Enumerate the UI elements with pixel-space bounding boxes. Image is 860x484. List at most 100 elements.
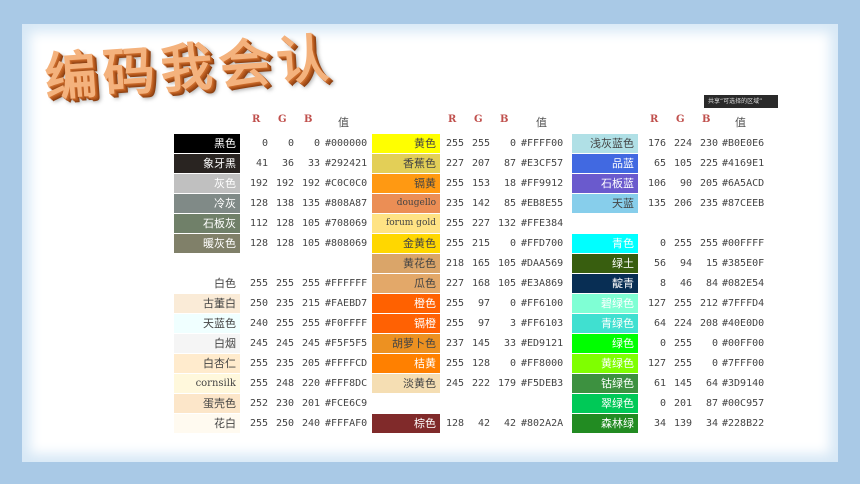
hex-value: #87CEEB (722, 198, 765, 209)
header-val: 值 (536, 116, 547, 129)
rgb-value-g: 255 (275, 318, 294, 329)
rgb-value-g: 94 (679, 258, 692, 269)
share-tooltip-bar: 共享“可选择的区域” (704, 95, 778, 108)
rgb-value-g: 138 (275, 198, 294, 209)
rgb-value-r: 240 (249, 318, 268, 329)
header-g: G (676, 114, 685, 125)
rgb-value-g: 248 (275, 378, 294, 389)
rgb-value-b: 34 (705, 418, 718, 429)
table-row: 冷灰 128 138 135 #808A87 (174, 194, 398, 214)
rgb-value-g: 207 (471, 158, 490, 169)
rgb-value-g: 201 (673, 398, 692, 409)
rgb-value-g: 215 (471, 238, 490, 249)
table-row (572, 214, 795, 234)
rgb-value-b: 105 (301, 238, 320, 249)
rgb-value-g: 245 (275, 338, 294, 349)
rgb-value-g: 46 (679, 278, 692, 289)
rgb-value-g: 224 (673, 138, 692, 149)
color-swatch: 浅灰蓝色 (572, 134, 638, 153)
rgb-value-b: 212 (699, 298, 718, 309)
hex-value: #FAEBD7 (325, 298, 368, 309)
hex-value: #FF6103 (521, 318, 564, 329)
color-swatch: 黄色 (372, 134, 440, 153)
rgb-value-b: 0 (509, 358, 516, 369)
color-swatch: 绿色 (572, 334, 638, 353)
rgb-value-r: 65 (653, 158, 666, 169)
table-row: 橙色 255 97 0 #FF6100 (372, 294, 596, 314)
hex-value: #7FFF00 (722, 358, 765, 369)
rgb-value-b: 105 (497, 258, 516, 269)
hex-value: #F5DEB3 (521, 378, 564, 389)
rgb-value-b: 230 (699, 138, 718, 149)
hex-value: #228B22 (722, 418, 765, 429)
rgb-value-r: 255 (445, 178, 464, 189)
table-row: 靛青 8 46 84 #082E54 (572, 274, 795, 294)
rgb-value-b: 201 (301, 398, 320, 409)
rgb-value-b: 215 (301, 298, 320, 309)
hex-value: #F0FFFF (325, 318, 368, 329)
rgb-value-r: 176 (647, 138, 666, 149)
rgb-value-g: 224 (673, 318, 692, 329)
color-swatch: 靛青 (572, 274, 638, 293)
rgb-value-b: 105 (301, 218, 320, 229)
table-row: 绿色 0 255 0 #00FF00 (572, 334, 795, 354)
color-swatch: 绿土 (572, 254, 638, 273)
rgb-value-g: 227 (471, 218, 490, 229)
rgb-value-r: 0 (659, 338, 666, 349)
table-row: 青绿色 64 224 208 #40E0D0 (572, 314, 795, 334)
rgb-value-g: 255 (673, 298, 692, 309)
hex-value: #B0E0E6 (722, 138, 765, 149)
rgb-value-g: 128 (471, 358, 490, 369)
color-swatch (372, 394, 440, 413)
color-table-1: R G B 值黑色 0 0 0 #000000 象牙黑 41 36 33 #292421 灰色 192 192… (174, 110, 398, 434)
color-swatch: 冷灰 (174, 194, 240, 213)
table-row: 黄绿色 127 255 0 #7FFF00 (572, 354, 795, 374)
rgb-value-b: 132 (497, 218, 516, 229)
rgb-value-g: 192 (275, 178, 294, 189)
table-row: 香蕉色 227 207 87 #E3CF57 (372, 154, 596, 174)
color-swatch: 翠绿色 (572, 394, 638, 413)
header-r: R (252, 114, 261, 125)
rgb-value-b: 0 (711, 358, 718, 369)
hex-value: #FF9912 (521, 178, 564, 189)
header-val: 值 (338, 116, 349, 129)
rgb-value-r: 255 (249, 418, 268, 429)
rgb-value-g: 165 (471, 258, 490, 269)
table-row: 黑色 0 0 0 #000000 (174, 134, 398, 154)
table-row: 碧绿色 127 255 212 #7FFFD4 (572, 294, 795, 314)
rgb-value-r: 255 (249, 278, 268, 289)
hex-value: #292421 (325, 158, 368, 169)
color-swatch: dougello (372, 194, 440, 213)
color-swatch: 品蓝 (572, 154, 638, 173)
rgb-value-r: 128 (249, 198, 268, 209)
header-g: G (278, 114, 287, 125)
rgb-value-r: 237 (445, 338, 464, 349)
rgb-value-g: 90 (679, 178, 692, 189)
color-swatch: 森林绿 (572, 414, 638, 433)
rgb-value-g: 255 (471, 138, 490, 149)
hex-value: #385E0F (722, 258, 765, 269)
rgb-value-r: 34 (653, 418, 666, 429)
rgb-value-r: 252 (249, 398, 268, 409)
hex-value: #6A5ACD (722, 178, 765, 189)
color-swatch: 橙色 (372, 294, 440, 313)
rgb-value-g: 142 (471, 198, 490, 209)
color-swatch: 青色 (572, 234, 638, 253)
rgb-value-g: 105 (673, 158, 692, 169)
rgb-value-g: 255 (275, 278, 294, 289)
rgb-value-b: 205 (699, 178, 718, 189)
table-row: 镉黄 255 153 18 #FF9912 (372, 174, 596, 194)
table-row: 花白 255 250 240 #FFFAF0 (174, 414, 398, 434)
rgb-value-b: 135 (301, 198, 320, 209)
rgb-value-r: 64 (653, 318, 666, 329)
rgb-value-b: 208 (699, 318, 718, 329)
table-header: RGB值 (174, 110, 398, 132)
rgb-value-r: 255 (445, 298, 464, 309)
color-swatch: forum gold (372, 214, 440, 233)
color-swatch: 古董白 (174, 294, 240, 313)
rgb-value-r: 128 (249, 238, 268, 249)
color-table-3: R G B 值浅灰蓝色 176 224 230 #B0E0E6 品蓝 65 105 225 #4169E… (572, 110, 795, 434)
table-row (174, 254, 398, 274)
rgb-value-r: 128 (445, 418, 464, 429)
rgb-value-g: 255 (673, 238, 692, 249)
